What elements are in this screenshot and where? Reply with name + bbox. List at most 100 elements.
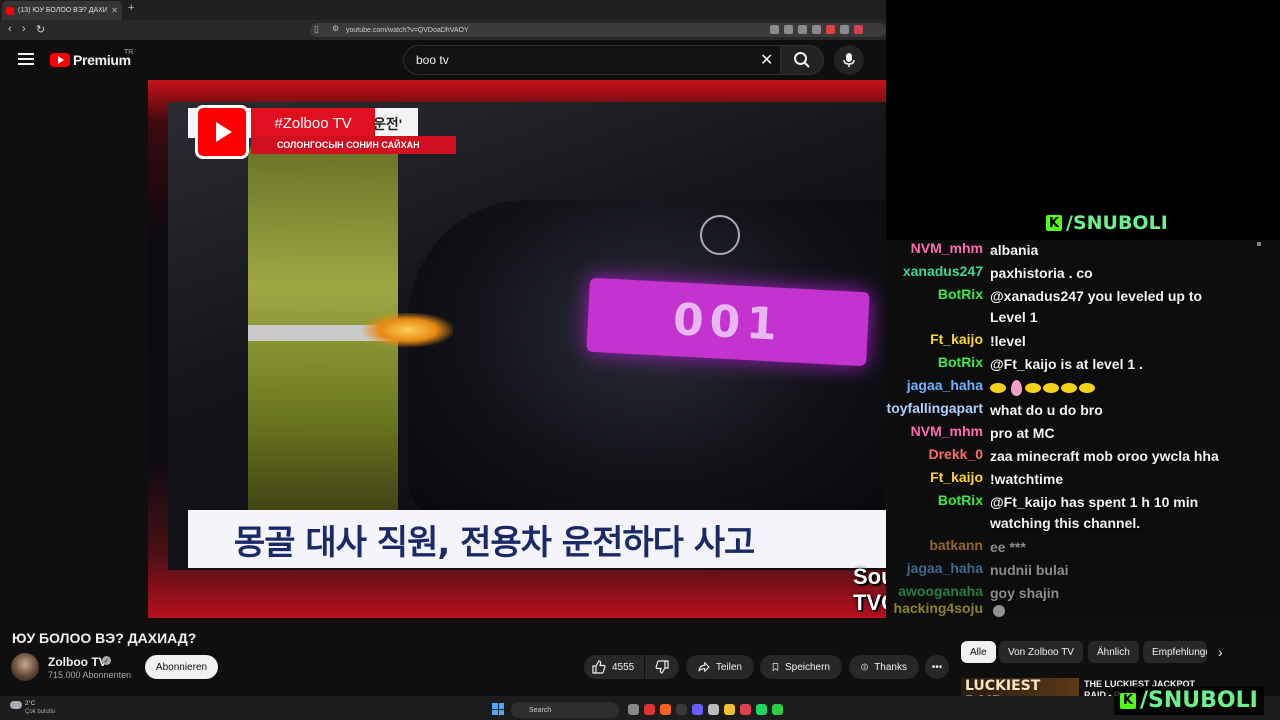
taskbar-app-icon[interactable] [708,704,719,715]
browser-tab[interactable]: (13) ЮУ БОЛОО ВЭ? ДАХИАД... ✕ [2,1,122,20]
youtube-logo-icon[interactable] [50,53,70,67]
more-actions-button[interactable]: ••• [925,655,949,679]
extension-icon[interactable] [784,25,793,34]
tab-close-icon[interactable]: ✕ [111,6,118,15]
chat-username[interactable]: BotRix [938,354,983,370]
chat-username[interactable]: Ft_kaijo [930,331,983,347]
weather-temperature[interactable]: 2°C [25,701,35,707]
youtube-play-logo-icon [195,105,249,159]
chat-username[interactable]: batkann [929,537,983,553]
taskbar-app-icon[interactable] [772,704,783,715]
logo-text[interactable]: Premium [73,52,131,68]
back-button[interactable]: ‹ [8,23,12,35]
thanks-icon: $ [861,663,868,671]
taskbar-app-icon[interactable] [740,704,751,715]
thanks-button[interactable]: $ Thanks [849,655,919,679]
taskbar-app-icon[interactable] [644,704,655,715]
chat-username[interactable]: NVM_mhm [911,240,983,256]
menu-icon[interactable] [18,51,34,67]
weather-description[interactable]: Çok bulutlu [25,709,55,715]
chat-username[interactable]: jagaa_haha [907,560,983,576]
chat-text: nudnii bulai [990,562,1069,578]
stream-overlay-panel [886,0,1280,242]
svg-text:$: $ [863,665,866,670]
taskbar-app-icon[interactable] [724,704,735,715]
chat-scrollbar[interactable] [1257,242,1261,246]
car-emblem [700,215,740,255]
chat-username[interactable]: BotRix [938,492,983,508]
extension-icon[interactable] [840,25,849,34]
verified-icon: ✓ [102,656,111,665]
chat-username[interactable]: jagaa_haha [907,377,983,393]
taskbar-app-icon[interactable] [660,704,671,715]
kick-brand-top: K /SNUBOLI [1040,210,1174,236]
dislike-button[interactable] [645,655,679,679]
channel-name[interactable]: Zolboo TV [48,655,107,669]
extension-icon[interactable] [798,25,807,34]
search-button[interactable] [780,45,824,75]
chat-username[interactable]: NVM_mhm [911,423,983,439]
chip-similar[interactable]: Ähnlich [1088,641,1139,663]
chat-text: pro at MC [990,425,1055,441]
chip-recommendations[interactable]: Empfehlungen [1143,641,1207,663]
clear-search-icon[interactable]: ✕ [760,50,773,70]
chat-text: what do u do bro [990,402,1103,418]
brand-text: /SNUBOLI [1066,212,1168,234]
overlay-channel-tag: #Zolboo TV [251,108,375,138]
overlay-subtitle: СОЛОНГОСЫН СОНИН САЙХАН [251,136,456,154]
chip-from-channel[interactable]: Von Zolboo TV [999,641,1083,663]
forward-button[interactable]: › [22,23,26,35]
taskbar-app-icon[interactable] [676,704,687,715]
subscribe-button[interactable]: Abonnieren [145,655,218,679]
news-caption-bar: 몽골 대사 직원, 전용차 운전하다 사고 [188,510,886,568]
chat-username[interactable]: xanadus247 [903,263,983,279]
emote-icon [1025,383,1041,394]
taskbar-app-icon[interactable] [692,704,703,715]
subscriber-count: 715.000 Abonnenten [48,670,132,680]
extension-icon[interactable] [854,25,863,34]
chip-all[interactable]: Alle [961,641,996,663]
drop-emote-icon [1011,380,1022,397]
extension-icon[interactable] [770,25,779,34]
new-tab-button[interactable]: + [128,2,134,14]
chat-overlay: NVM_mhm albania xanadus247 paxhistoria . co… [886,240,1280,622]
extension-icon[interactable] [826,25,835,34]
thumbs-down-icon [655,660,669,674]
channel-avatar[interactable] [11,653,39,681]
like-button[interactable]: 4555 [584,655,644,679]
chat-username[interactable]: Drekk_0 [929,446,984,462]
microphone-icon [843,53,855,67]
chat-username[interactable]: awooganaha [898,583,983,599]
chevron-right-icon[interactable]: › [1218,644,1223,660]
windows-start-icon[interactable] [492,703,504,715]
chat-text: @Ft_kaijo has spent 1 h 10 min watching … [990,494,1199,531]
chat-text: !level [990,333,1026,349]
taskbar-search[interactable]: Search [511,702,619,718]
emote-icon [993,605,1005,618]
chat-text: !watchtime [990,471,1064,487]
share-button[interactable]: Teilen [686,655,754,679]
reload-button[interactable]: ↻ [36,23,45,36]
search-input[interactable] [416,53,736,67]
taskbar-search-label: Search [529,706,552,714]
taskbar-app-icon[interactable] [628,704,639,715]
share-icon [698,661,710,673]
chat-username[interactable]: Ft_kaijo [930,469,983,485]
emote-icon [990,383,1006,394]
cloud-icon[interactable] [10,701,22,709]
brand-text: /SNUBOLI [1140,688,1258,713]
emote-icon [1043,383,1059,394]
save-button[interactable]: Speichern [760,655,842,679]
taillight [363,313,453,347]
extension-icon[interactable] [812,25,821,34]
voice-search-button[interactable] [834,45,864,75]
chat-username[interactable]: estoyfallingapart [886,400,983,416]
chat-username[interactable]: BotRix [938,286,983,302]
taskbar-app-icon[interactable] [756,704,767,715]
bookmark-icon[interactable]: ▯ [314,24,319,35]
chat-username[interactable]: hacking4soju [894,600,983,616]
site-settings-icon[interactable]: ⚙ [332,24,339,33]
taskbar [0,696,1280,720]
license-plate: 001 [586,277,870,367]
video-player[interactable]: 001 #Zolboo TV 운전' СОЛОНГОСЫН СОНИН САЙХ… [148,80,886,618]
